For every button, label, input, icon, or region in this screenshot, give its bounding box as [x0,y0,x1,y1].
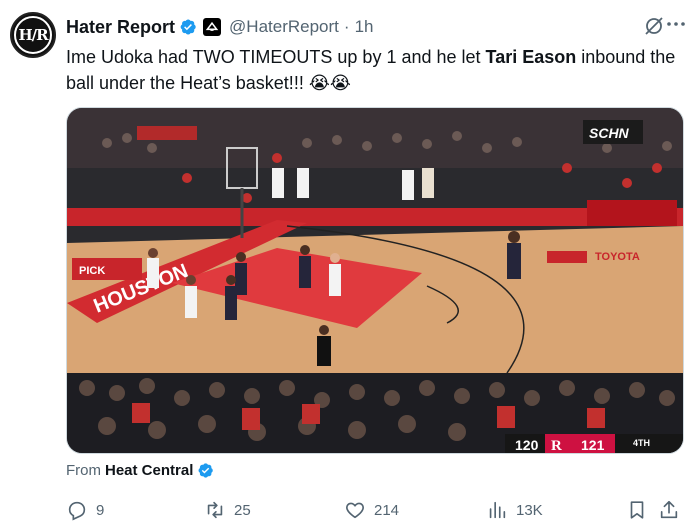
tweet-text-mention: Tari Eason [485,47,577,67]
views-button[interactable]: 13K [486,499,626,521]
sponsor-board-text: PICK [79,265,105,277]
like-button[interactable]: 214 [344,499,486,521]
source-name[interactable]: Heat Central [105,462,193,479]
avatar[interactable]: H/R [10,12,56,58]
views-count: 13K [516,501,543,519]
sponsor-board-right [587,200,677,226]
display-name[interactable]: Hater Report [66,17,175,38]
home-logo: R [551,438,562,454]
bookmark-button[interactable] [626,499,658,521]
retweet-button[interactable]: 25 [204,499,344,521]
reply-count: 9 [96,501,105,519]
svg-text:SCHN: SCHN [589,125,630,141]
home-score: 121 [581,437,605,453]
retweet-count: 25 [234,501,251,519]
avatar-logo: H/R [14,16,52,54]
grok-icon[interactable] [642,14,666,38]
source-prefix: From [66,462,101,479]
views-icon [486,499,508,521]
separator-dot: · [343,17,350,36]
reply-icon [66,499,88,521]
tweet-text: Ime Udoka had TWO TIMEOUTS up by 1 and h… [66,44,686,96]
period: 4TH [633,438,650,448]
verified-badge-icon[interactable] [179,18,197,36]
retweet-icon [204,499,226,521]
like-count: 214 [374,501,400,519]
court-text-sponsor: TOYOTA [595,251,640,263]
share-icon [658,499,680,521]
handle[interactable]: @HaterReport [229,17,339,37]
floor-logo [547,251,587,263]
tweet-video[interactable]: SCHN HOUSTON TOYOTA PICK 120 R 121 4TH [66,107,684,454]
share-button[interactable] [658,499,688,521]
away-score: 120 [515,437,539,453]
more-options-icon[interactable] [664,12,688,36]
source-verified-icon [197,462,214,479]
heart-icon [344,499,366,521]
timestamp[interactable]: 1h [355,17,374,37]
bookmark-icon [626,499,648,521]
video-source[interactable]: From Heat Central [66,462,214,479]
video-frame: SCHN HOUSTON TOYOTA PICK 120 R 121 4TH [67,108,683,454]
action-bar: 9 25 214 13K [66,497,688,523]
affiliate-badge-icon[interactable] [203,18,222,36]
tweet-text-part1: Ime Udoka had TWO TIMEOUTS up by 1 and h… [66,47,486,67]
reply-button[interactable]: 9 [66,499,204,521]
arena-banner [137,126,197,140]
tweet-header: Hater Report @HaterReport · 1h [66,16,684,38]
